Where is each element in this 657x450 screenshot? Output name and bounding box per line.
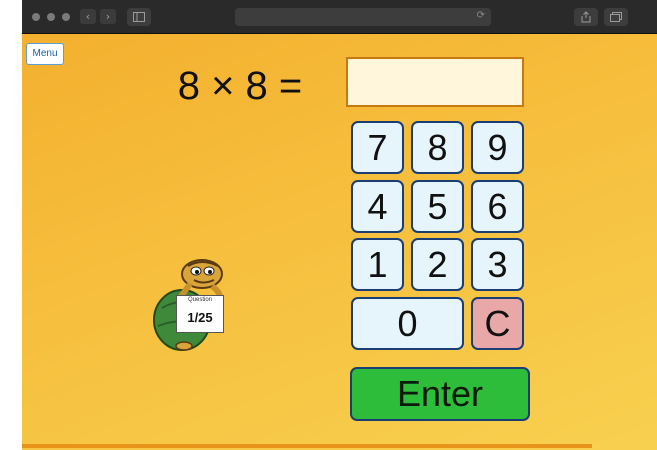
share-icon[interactable] xyxy=(574,8,598,26)
tabs-icon[interactable] xyxy=(604,8,628,26)
progress-count: 1/25 xyxy=(187,310,213,325)
address-bar[interactable]: ⟳ xyxy=(235,8,491,26)
answer-input[interactable] xyxy=(346,57,524,107)
key-0[interactable]: 0 xyxy=(351,297,464,350)
enter-button[interactable]: Enter xyxy=(350,367,530,421)
key-3[interactable]: 3 xyxy=(471,238,524,291)
bottom-bar xyxy=(22,444,592,448)
game-area xyxy=(22,34,657,450)
forward-button[interactable]: › xyxy=(100,9,116,24)
zoom-window-icon[interactable] xyxy=(62,13,70,21)
key-4[interactable]: 4 xyxy=(351,180,404,233)
question-progress-card: Question 1/25 xyxy=(176,295,224,333)
key-5[interactable]: 5 xyxy=(411,180,464,233)
key-1[interactable]: 1 xyxy=(351,238,404,291)
clear-button[interactable]: C xyxy=(471,297,524,350)
browser-toolbar: ‹ › ⟳ xyxy=(22,0,657,34)
key-6[interactable]: 6 xyxy=(471,180,524,233)
question-text: 8 × 8 = xyxy=(177,64,303,108)
key-8[interactable]: 8 xyxy=(411,121,464,174)
sidebar-icon[interactable] xyxy=(127,8,151,26)
reload-icon[interactable]: ⟳ xyxy=(477,10,485,21)
progress-label: Question xyxy=(187,297,212,303)
close-window-icon[interactable] xyxy=(32,13,40,21)
menu-button[interactable]: Menu xyxy=(26,43,64,65)
key-9[interactable]: 9 xyxy=(471,121,524,174)
key-2[interactable]: 2 xyxy=(411,238,464,291)
minimize-window-icon[interactable] xyxy=(47,13,55,21)
key-7[interactable]: 7 xyxy=(351,121,404,174)
back-button[interactable]: ‹ xyxy=(80,9,96,24)
